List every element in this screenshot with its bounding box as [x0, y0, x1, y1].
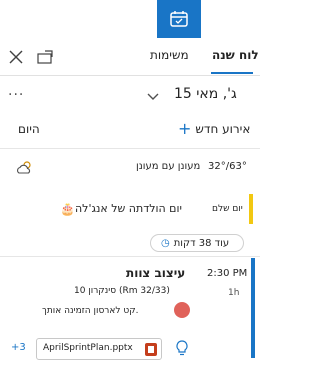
event-card[interactable]: 2:30 PM 1h עיצוב צוות סינקרון 10 (Rm 32/…	[6, 258, 255, 360]
active-tab-indicator	[211, 72, 253, 74]
date-navigation: ··· ג', מאי 15	[0, 84, 260, 114]
tab-calendar[interactable]: לוח שנה	[212, 48, 259, 62]
event-title: עיצוב צוות	[126, 266, 186, 280]
event-time: 2:30 PM	[207, 268, 248, 279]
countdown-pill: ◷ עוד 38 דקות	[150, 234, 244, 252]
top-app-bar	[0, 0, 260, 38]
weather-row: מעונן עם מעונן 32°/63°	[0, 158, 260, 180]
action-row: היום + אירוע חדש	[0, 120, 260, 142]
popout-icon[interactable]	[36, 49, 54, 65]
more-attachments-button[interactable]: +3	[11, 342, 26, 353]
attachment-filename: AprilSprintPlan.pptx	[43, 343, 133, 353]
calendar-icon	[170, 11, 188, 27]
countdown-text: עוד 38 דקות	[173, 237, 230, 249]
birthday-cake-icon: 🎂	[60, 202, 75, 216]
event-color-bar	[251, 258, 255, 358]
clock-icon: ◷	[161, 237, 170, 249]
weather-description: מעונן עם מעונן	[136, 161, 201, 172]
close-icon[interactable]	[9, 50, 23, 64]
powerpoint-file-icon	[145, 343, 157, 356]
new-event-button[interactable]: + אירוע חדש	[178, 119, 251, 138]
event-organizer-note: קט לארסון הזמינה אותך.	[42, 306, 139, 316]
all-day-color-bar	[249, 194, 253, 224]
event-duration: 1h	[228, 288, 240, 298]
new-event-label: אירוע חדש	[195, 122, 251, 136]
divider	[0, 256, 260, 257]
today-button[interactable]: היום	[18, 122, 40, 136]
avatar	[174, 302, 190, 318]
more-options-button[interactable]: ···	[8, 87, 24, 103]
all-day-label: יום שלם	[212, 204, 243, 214]
weather-temperature: 32°/63°	[208, 161, 247, 172]
attachment-chip[interactable]: AprilSprintPlan.pptx	[36, 338, 162, 360]
pane-header: משימות לוח שנה	[0, 38, 260, 76]
lightbulb-icon	[176, 340, 188, 356]
date-title[interactable]: ג', מאי 15	[174, 86, 237, 102]
partly-cloudy-icon	[17, 161, 31, 174]
all-day-event-title: יום הולדתה של אנג'לה	[75, 202, 182, 215]
event-location: סינקרון 10 (Rm 32/33)	[74, 286, 170, 296]
all-day-event[interactable]: יום שלם יום הולדתה של אנג'לה 🎂	[0, 194, 260, 224]
calendar-pane-button[interactable]	[157, 0, 201, 38]
chevron-down-icon[interactable]	[146, 92, 160, 102]
tab-tasks[interactable]: משימות	[150, 48, 189, 62]
plus-icon: +	[178, 119, 192, 138]
divider	[0, 148, 260, 149]
